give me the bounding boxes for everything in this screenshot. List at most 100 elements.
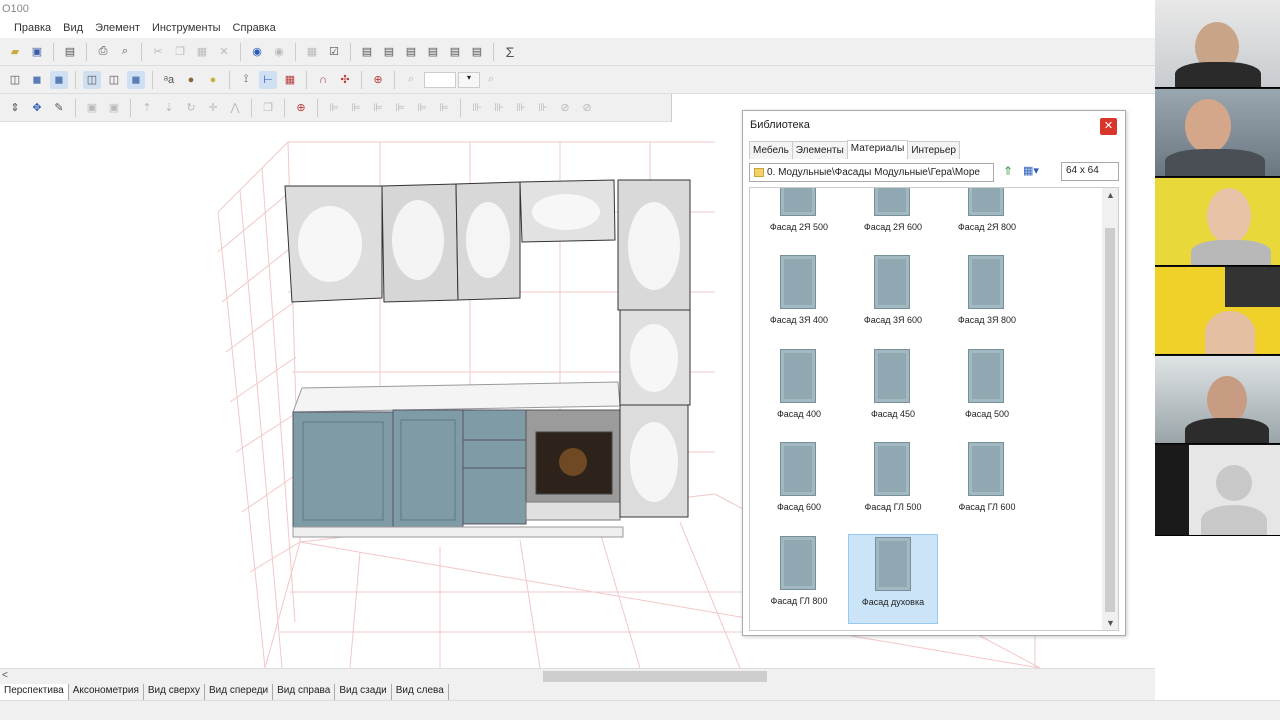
menu-tools[interactable]: Инструменты: [146, 20, 227, 38]
paste-icon[interactable]: ▦: [193, 43, 211, 61]
material-ball-icon[interactable]: ●: [182, 71, 200, 89]
cutting-icon[interactable]: ▤: [402, 43, 420, 61]
align-up-icon[interactable]: ⇡: [138, 99, 156, 117]
align-right-icon[interactable]: ⊫: [369, 99, 387, 117]
material-tile[interactable]: Фасад 500: [942, 347, 1032, 437]
shaded-icon[interactable]: ◼: [28, 71, 46, 89]
size-v-icon[interactable]: ⊪: [534, 99, 552, 117]
save-icon[interactable]: ▣: [28, 43, 46, 61]
icon-size-select[interactable]: 64 x 64: [1061, 162, 1119, 181]
drawings-icon[interactable]: ▤: [446, 43, 464, 61]
ruler-icon[interactable]: ⊢: [259, 70, 277, 89]
align-left-icon[interactable]: ⊫: [325, 99, 343, 117]
material-tile[interactable]: Фасад ГЛ 800: [754, 534, 844, 624]
path-select[interactable]: 0. Модульные\Фасады Модульные\Гера\Море: [749, 162, 994, 182]
lift-icon[interactable]: ⇕: [6, 99, 24, 117]
align-bottom-icon[interactable]: ⊫: [435, 99, 453, 117]
hide-icon[interactable]: ⊘: [556, 99, 574, 117]
tab-elements[interactable]: Элементы: [791, 141, 848, 159]
rotate-icon[interactable]: ↻: [182, 99, 200, 117]
cut-icon[interactable]: ✂: [149, 43, 167, 61]
folder-up-icon[interactable]: ⇑: [1003, 164, 1013, 178]
cube-solid-icon[interactable]: ◼: [127, 70, 145, 89]
report-icon[interactable]: ▤: [358, 43, 376, 61]
material-tile[interactable]: Фасад 450: [848, 347, 938, 437]
zoom-icon[interactable]: ⌕: [402, 71, 420, 89]
vertical-scrollbar[interactable]: ▲ ▼: [1102, 188, 1118, 630]
undo-icon[interactable]: ◉: [248, 43, 266, 61]
menu-edit[interactable]: Правка: [8, 20, 57, 38]
show-icon[interactable]: ⊘: [578, 99, 596, 117]
menu-view[interactable]: Вид: [57, 20, 89, 38]
edit-pen-icon[interactable]: ✎: [50, 99, 68, 117]
wireframe-icon[interactable]: ◫: [6, 71, 24, 89]
menu-element[interactable]: Элемент: [89, 20, 146, 38]
tab-top-view[interactable]: Вид сверху: [144, 684, 205, 700]
tab-axonometry[interactable]: Аксонометрия: [69, 684, 144, 700]
sum-icon[interactable]: Σ: [501, 43, 519, 61]
material-tile[interactable]: Фасад 3Я 400: [754, 253, 844, 343]
materials-report-icon[interactable]: ▤: [468, 43, 486, 61]
dimensions-report-icon[interactable]: ▤: [424, 43, 442, 61]
rotate-target-icon[interactable]: ⊕: [369, 71, 387, 89]
open-icon[interactable]: ▰: [6, 43, 24, 61]
scroll-thumb[interactable]: [543, 671, 767, 682]
align-middle-icon[interactable]: ⊫: [413, 99, 431, 117]
move-icon[interactable]: ✥: [28, 99, 46, 117]
properties-icon[interactable]: ▦: [303, 43, 321, 61]
tab-interior[interactable]: Интерьер: [907, 141, 960, 159]
close-icon[interactable]: ✕: [1100, 118, 1117, 135]
light-bulb-icon[interactable]: ●: [204, 71, 222, 89]
tab-materials[interactable]: Материалы: [846, 140, 909, 158]
horizontal-scrollbar[interactable]: <: [0, 668, 1155, 684]
tab-perspective[interactable]: Перспектива: [0, 684, 69, 700]
grid-icon[interactable]: ▦: [281, 71, 299, 89]
print-preview-icon[interactable]: ⌕: [116, 43, 134, 61]
export-icon[interactable]: ▤: [61, 43, 79, 61]
material-tile[interactable]: Фасад ГЛ 500: [848, 440, 938, 530]
view-mode-icon[interactable]: ▦▾: [1023, 164, 1039, 177]
scroll-down-icon[interactable]: ▼: [1106, 618, 1115, 628]
copy-place-icon[interactable]: ❐: [259, 99, 277, 117]
menu-help[interactable]: Справка: [227, 20, 282, 38]
move-cross-icon[interactable]: ✛: [204, 99, 222, 117]
specification-icon[interactable]: ▤: [380, 43, 398, 61]
tab-back-view[interactable]: Вид сзади: [335, 684, 392, 700]
align-down-icon[interactable]: ⇣: [160, 99, 178, 117]
snap-icon[interactable]: ⟟: [237, 71, 255, 89]
material-tile[interactable]: Фасад 2Я 500: [754, 188, 844, 250]
material-tile[interactable]: Фасад 400: [754, 347, 844, 437]
tab-right-view[interactable]: Вид справа: [273, 684, 336, 700]
align-center-icon[interactable]: ⊫: [347, 99, 365, 117]
checklist-icon[interactable]: ☑: [325, 43, 343, 61]
tab-furniture[interactable]: Мебель: [749, 141, 793, 159]
zoom-dropdown[interactable]: ▾: [458, 71, 480, 88]
scroll-up-icon[interactable]: ▲: [1106, 190, 1115, 200]
zoom-input[interactable]: [424, 71, 456, 88]
delete-icon[interactable]: ✕: [215, 43, 233, 61]
mirror-icon[interactable]: ⋀: [226, 99, 244, 117]
cube-shadow-icon[interactable]: ◫: [105, 71, 123, 89]
scroll-left-icon[interactable]: <: [2, 670, 8, 681]
target-icon[interactable]: ⊕: [292, 99, 310, 117]
material-tile[interactable]: Фасад 3Я 800: [942, 253, 1032, 343]
text-icon[interactable]: ᵃa: [160, 71, 178, 89]
redo-icon[interactable]: ◉: [270, 43, 288, 61]
material-tile[interactable]: Фасад духовка: [848, 534, 938, 624]
copy-icon[interactable]: ❐: [171, 43, 189, 61]
zoom-fit-icon[interactable]: ⌕: [482, 71, 500, 89]
scroll-thumb[interactable]: [1105, 228, 1115, 612]
size-h-icon[interactable]: ⊪: [512, 99, 530, 117]
magnet-icon[interactable]: ∩: [314, 71, 332, 89]
material-tile[interactable]: Фасад 2Я 800: [942, 188, 1032, 250]
group-icon[interactable]: ▣: [83, 99, 101, 117]
material-tile[interactable]: Фасад 2Я 600: [848, 188, 938, 250]
ungroup-icon[interactable]: ▣: [105, 99, 123, 117]
textured-icon[interactable]: ◼: [50, 70, 68, 89]
material-tile[interactable]: Фасад 3Я 600: [848, 253, 938, 343]
distribute-h-icon[interactable]: ⊪: [468, 99, 486, 117]
move-target-icon[interactable]: ✣: [336, 71, 354, 89]
material-tile[interactable]: Фасад ГЛ 600: [942, 440, 1032, 530]
cube-outline-icon[interactable]: ◫: [83, 70, 101, 89]
tab-left-view[interactable]: Вид слева: [392, 684, 449, 700]
